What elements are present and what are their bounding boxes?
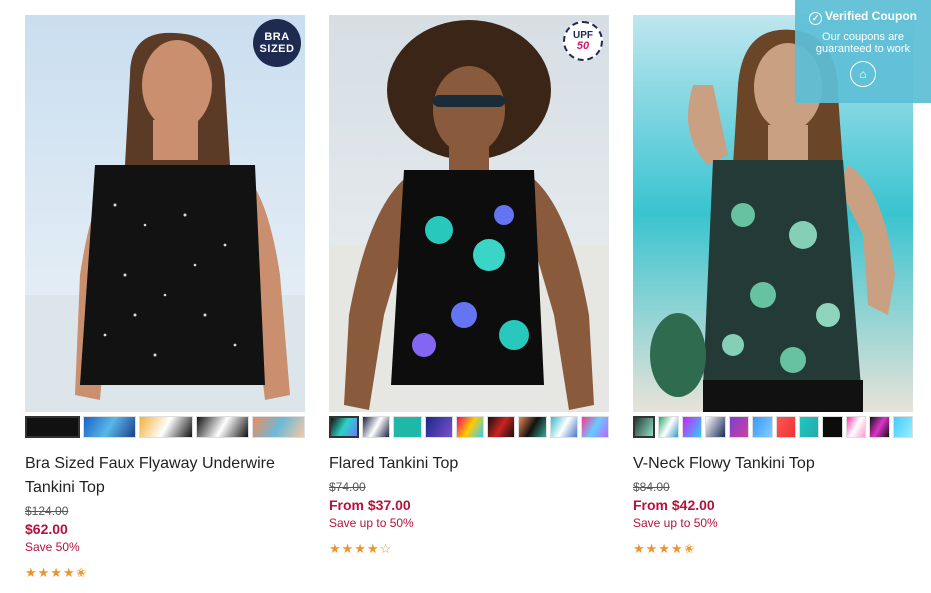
original-price: $74.00	[329, 480, 366, 494]
product-image[interactable]: BRA SIZED	[25, 15, 305, 412]
color-swatch[interactable]	[775, 416, 796, 438]
color-swatch[interactable]	[822, 416, 843, 438]
color-swatches	[25, 416, 306, 440]
color-swatch[interactable]	[25, 416, 81, 438]
check-icon: ✓	[808, 12, 822, 25]
home-icon[interactable]: ⌂	[850, 61, 876, 87]
color-swatch[interactable]	[681, 416, 703, 438]
color-swatch[interactable]	[869, 416, 890, 438]
color-swatch[interactable]	[393, 416, 422, 438]
color-swatch[interactable]	[518, 416, 547, 438]
color-swatch[interactable]	[798, 416, 820, 438]
product-title[interactable]: V-Neck Flowy Tankini Top	[633, 452, 913, 476]
color-swatch[interactable]	[580, 416, 609, 438]
color-swatch[interactable]	[549, 416, 578, 438]
savings-text: Save up to 50%	[329, 516, 414, 530]
color-swatch[interactable]	[455, 416, 485, 438]
sale-price: From $37.00	[329, 497, 411, 513]
coupon-header: ✓ Verified Coupon	[795, 9, 931, 25]
sale-price: $62.00	[25, 521, 68, 537]
color-swatch[interactable]	[658, 416, 679, 438]
color-swatch[interactable]	[892, 416, 914, 438]
color-swatch[interactable]	[83, 416, 137, 438]
color-swatch[interactable]	[845, 416, 867, 438]
product-title[interactable]: Bra Sized Faux Flyaway Underwire Tankini…	[25, 452, 305, 500]
verified-coupon-widget[interactable]: ✓ Verified Coupon Our coupons are guarant…	[795, 0, 931, 103]
color-swatch[interactable]	[752, 416, 773, 438]
color-swatch[interactable]	[362, 416, 391, 438]
color-swatch[interactable]	[705, 416, 726, 438]
original-price: $124.00	[25, 504, 69, 518]
upf-badge: UPF 50	[563, 21, 603, 61]
savings-text: Save up to 50%	[633, 516, 718, 530]
color-swatch[interactable]	[424, 416, 453, 438]
color-swatch[interactable]	[487, 416, 516, 438]
color-swatch[interactable]	[329, 416, 360, 438]
product-image[interactable]: UPF 50	[329, 15, 609, 412]
product-card[interactable]: BRA SIZED Bra Sized Faux Flyaway Underwi…	[25, 15, 306, 581]
rating-stars[interactable]: ★★★★☆	[329, 541, 609, 557]
coupon-description: Our coupons are guaranteed to work	[815, 31, 911, 55]
rating-stars[interactable]: ★★★★✬	[633, 541, 913, 557]
product-card[interactable]: UPF 50 Flared Tankini Top $74.00 From $3…	[329, 15, 609, 557]
color-swatch[interactable]	[728, 416, 750, 438]
color-swatch[interactable]	[139, 416, 193, 438]
color-swatches	[329, 416, 609, 440]
bra-sized-badge: BRA SIZED	[253, 19, 301, 67]
sale-price: From $42.00	[633, 497, 715, 513]
color-swatch[interactable]	[251, 416, 306, 438]
color-swatch[interactable]	[195, 416, 249, 438]
color-swatch[interactable]	[633, 416, 656, 438]
original-price: $84.00	[633, 480, 670, 494]
rating-stars[interactable]: ★★★★✬	[25, 565, 305, 581]
product-title[interactable]: Flared Tankini Top	[329, 452, 609, 476]
color-swatches	[633, 416, 914, 440]
savings-text: Save 50%	[25, 540, 80, 554]
